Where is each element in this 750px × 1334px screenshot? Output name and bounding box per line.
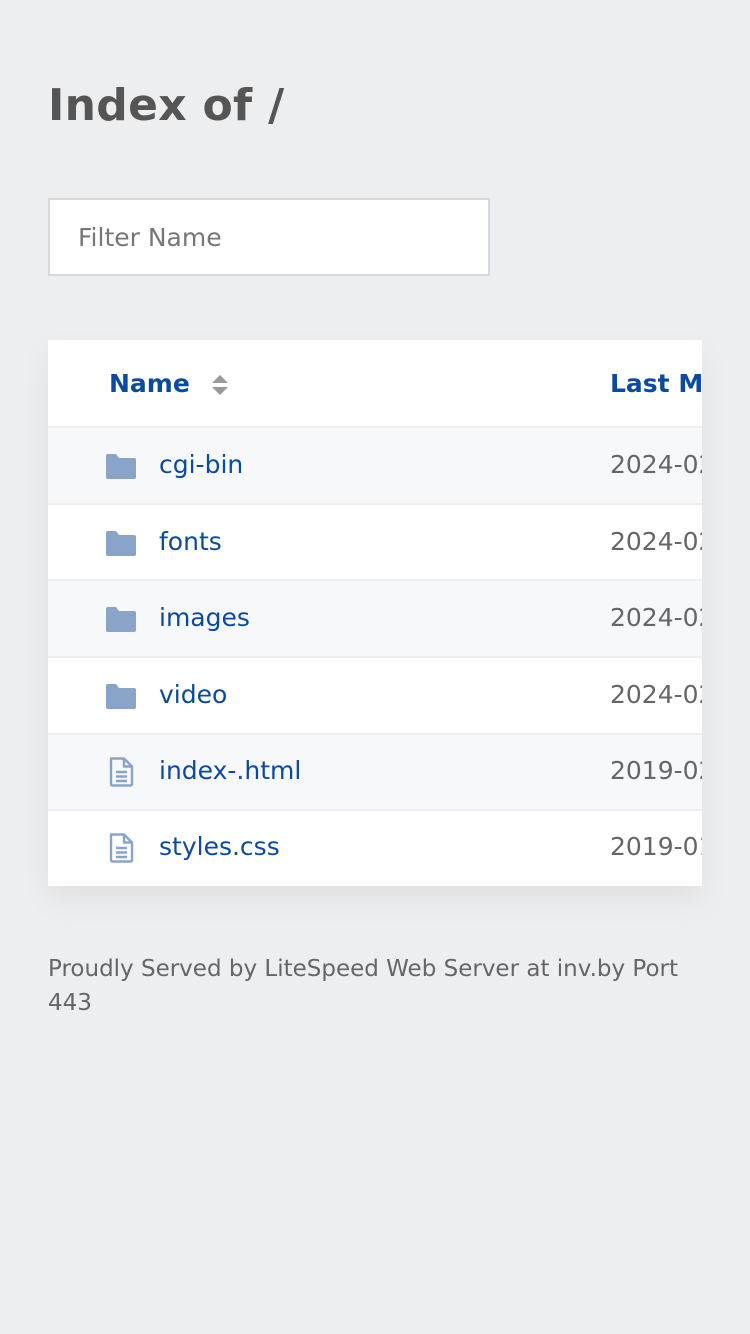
- table-row[interactable]: styles.css 2019-01: [48, 811, 702, 886]
- sort-icon[interactable]: [210, 373, 230, 397]
- folder-icon: [106, 531, 136, 556]
- folder-icon: [106, 684, 136, 709]
- folder-icon: [106, 607, 136, 632]
- last-modified-date: 2019-01: [610, 832, 702, 861]
- sort-by-name-header[interactable]: Name: [109, 340, 190, 428]
- last-modified-date: 2024-02: [610, 680, 702, 709]
- table-row[interactable]: index-.html 2019-02: [48, 735, 702, 811]
- filter-name-input[interactable]: [48, 198, 490, 276]
- folder-icon: [106, 454, 136, 479]
- page: Index of / Name Last Modified cgi-bin 20…: [0, 0, 750, 1334]
- last-modified-date: 2019-02: [610, 756, 702, 785]
- page-title: Index of /: [48, 80, 285, 131]
- table-row[interactable]: cgi-bin 2024-02: [48, 428, 702, 505]
- file-table: Name Last Modified cgi-bin 2024-02 fonts…: [48, 340, 702, 886]
- table-header: Name Last Modified: [48, 340, 702, 428]
- sort-by-last-modified-header[interactable]: Last Modified: [610, 340, 702, 428]
- file-link[interactable]: fonts: [159, 527, 222, 556]
- file-link[interactable]: cgi-bin: [159, 450, 243, 479]
- last-modified-date: 2024-02: [610, 450, 702, 479]
- file-link[interactable]: index-.html: [159, 756, 301, 785]
- table-row[interactable]: images 2024-02: [48, 581, 702, 658]
- file-text-icon: [109, 833, 134, 863]
- table-row[interactable]: video 2024-02: [48, 658, 702, 735]
- table-row[interactable]: fonts 2024-02: [48, 505, 702, 581]
- file-text-icon: [109, 757, 134, 787]
- file-link[interactable]: images: [159, 603, 250, 632]
- last-modified-date: 2024-02: [610, 527, 702, 556]
- file-link[interactable]: styles.css: [159, 832, 280, 861]
- file-link[interactable]: video: [159, 680, 227, 709]
- last-modified-date: 2024-02: [610, 603, 702, 632]
- server-footer: Proudly Served by LiteSpeed Web Server a…: [48, 956, 678, 1016]
